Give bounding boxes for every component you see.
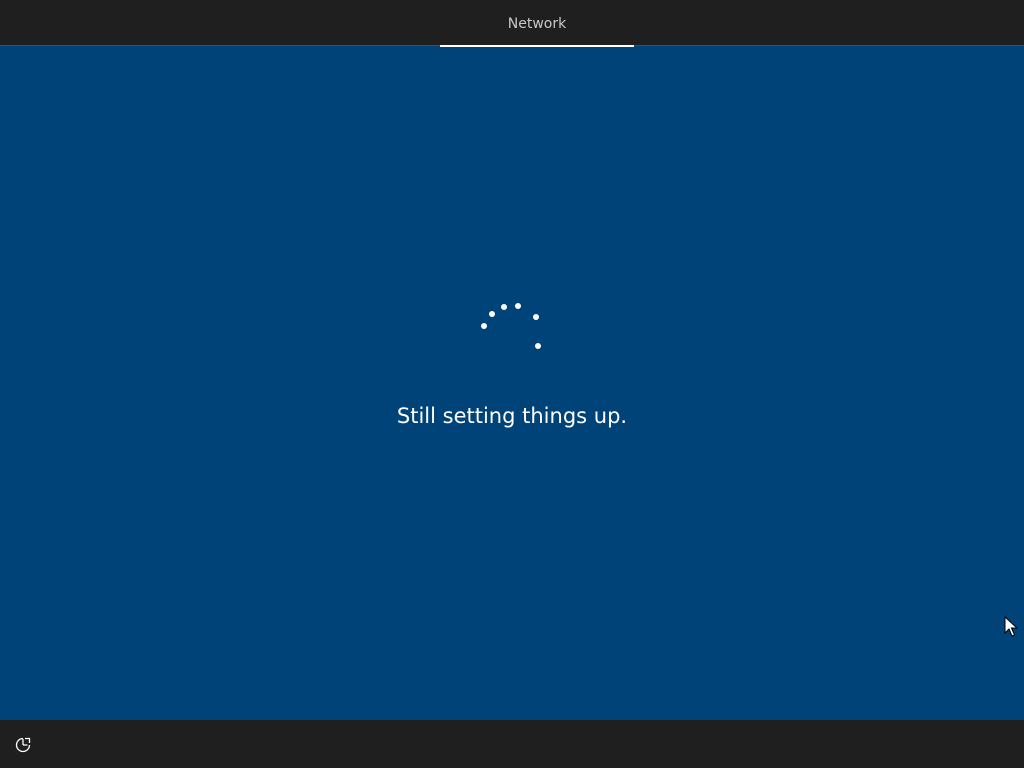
tab-network-label: Network: [507, 16, 567, 32]
ease-of-access-icon: [15, 737, 31, 753]
status-message: Still setting things up.: [396, 404, 628, 428]
tab-network: Network: [440, 0, 634, 47]
bottom-bar: [0, 720, 1024, 768]
mouse-cursor-icon: [1004, 616, 1018, 637]
loading-spinner-icon: [481, 303, 541, 349]
top-bar: Network: [0, 0, 1024, 47]
main-panel: [0, 47, 1024, 720]
ease-of-access-button[interactable]: [12, 734, 34, 756]
